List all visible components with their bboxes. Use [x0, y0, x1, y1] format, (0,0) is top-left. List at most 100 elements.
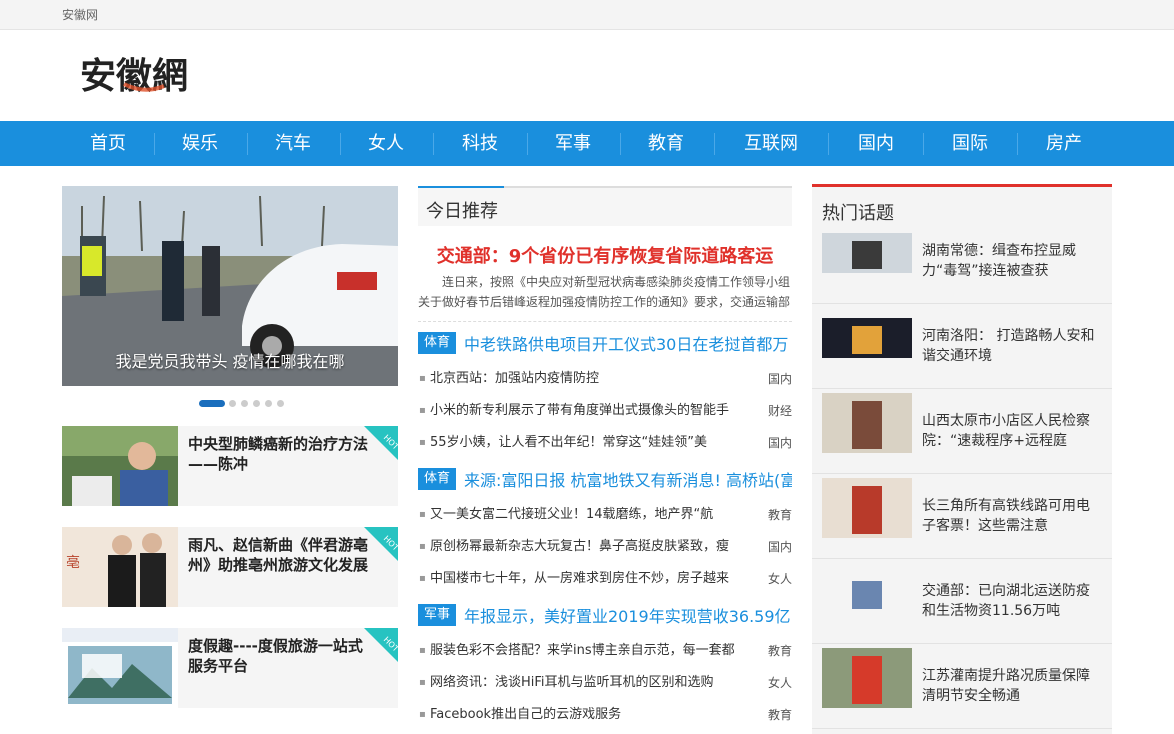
- news-item-category[interactable]: 教育: [768, 641, 792, 661]
- hot-topic-title[interactable]: 长三角所有高铁线路可用电子客票！这些需注意: [922, 496, 1100, 536]
- hot-topic-item[interactable]: 交通部：已向湖北运送防疫和生活物资11.56万吨: [812, 559, 1112, 644]
- category-tag[interactable]: 体育: [418, 468, 456, 490]
- hot-badge-icon: HOT: [364, 628, 398, 662]
- image-slider[interactable]: 我是党员我带头 疫情在哪我在哪: [62, 186, 398, 386]
- headline-link[interactable]: 交通部：9个省份已有序恢复省际道路客运: [418, 242, 792, 268]
- bullet-icon: ▪: [419, 437, 426, 448]
- featured-news[interactable]: 军事 年报显示，美好置业2019年实现营收36.59亿: [418, 603, 792, 627]
- featured-news[interactable]: 体育 来源:富阳日报 杭富地铁又有新消息! 高桥站(富: [418, 467, 792, 491]
- slider-dot[interactable]: [253, 400, 260, 407]
- news-item-category[interactable]: 女人: [768, 569, 792, 589]
- nav-item[interactable]: 科技: [462, 121, 498, 166]
- hot-topic-title[interactable]: 湖南常德：缉查布控显威力“毒驾”接连被查获: [922, 241, 1100, 281]
- news-item[interactable]: ▪ 原创杨幂最新杂志大玩复古！鼻子高挺皮肤紧致，瘦 国内: [418, 537, 792, 559]
- nav-item[interactable]: 汽车: [275, 121, 311, 166]
- news-item-category[interactable]: 财经: [768, 401, 792, 421]
- feature-card[interactable]: 度假趣----度假旅游一站式服务平台 HOT: [62, 628, 398, 708]
- news-item-title[interactable]: 又一美女富二代接班父业！14载磨练，地产界“航: [430, 505, 760, 525]
- bullet-icon: ▪: [419, 677, 426, 688]
- news-item-category[interactable]: 教育: [768, 505, 792, 525]
- news-item-category[interactable]: 国内: [768, 369, 792, 389]
- nav-item[interactable]: 娱乐: [182, 121, 218, 166]
- slider-dot[interactable]: [241, 400, 248, 407]
- featured-news-title[interactable]: 年报显示，美好置业2019年实现营收36.59亿: [464, 603, 791, 627]
- hot-topic-thumbnail: [822, 393, 912, 453]
- hot-topic-item[interactable]: 长三角所有高铁线路可用电子客票！这些需注意: [812, 474, 1112, 559]
- hot-topic-thumbnail: [822, 478, 912, 538]
- hot-topic-item[interactable]: 河南洛阳： 打造路畅人安和谐交通环境: [812, 304, 1112, 389]
- nav-separator: [246, 133, 248, 155]
- feature-card[interactable]: 中央型肺鳞癌新的治疗方法——陈冲 HOT: [62, 426, 398, 506]
- nav-item[interactable]: 军事: [555, 121, 591, 166]
- category-tag[interactable]: 体育: [418, 332, 456, 354]
- nav-item[interactable]: 首页: [90, 121, 126, 166]
- news-item-category[interactable]: 女人: [768, 673, 792, 693]
- nav-item[interactable]: 房产: [1046, 121, 1082, 166]
- slider-dot[interactable]: [265, 400, 272, 407]
- hot-topic-title[interactable]: 山西太原市小店区人民检察院：“速裁程序+远程庭: [922, 411, 1100, 451]
- card-title[interactable]: 度假趣----度假旅游一站式服务平台: [188, 636, 374, 676]
- card-title[interactable]: 中央型肺鳞癌新的治疗方法——陈冲: [188, 434, 374, 474]
- nav-item[interactable]: 互联网: [744, 121, 798, 166]
- site-name[interactable]: 安徽网: [62, 6, 98, 23]
- divider: [418, 321, 792, 322]
- news-item[interactable]: ▪ 中国楼市七十年，从一房难求到房住不炒，房子越来 女人: [418, 569, 792, 591]
- nav-item[interactable]: 女人: [368, 121, 404, 166]
- slider-dot[interactable]: [277, 400, 284, 407]
- news-item[interactable]: ▪ 服装色彩不会搭配？来学ins博主亲自示范，每一套都 教育: [418, 641, 792, 663]
- nav-separator: [619, 133, 621, 155]
- news-item-category[interactable]: 国内: [768, 537, 792, 557]
- hot-topic-item[interactable]: 江苏灌南提升路况质量保障清明节安全畅通: [812, 644, 1112, 729]
- recommend-header: 今日推荐: [418, 186, 792, 226]
- nav-item[interactable]: 教育: [648, 121, 684, 166]
- hot-topic-thumbnail: [822, 233, 912, 273]
- nav-item[interactable]: 国内: [858, 121, 894, 166]
- news-item-title[interactable]: 服装色彩不会搭配？来学ins博主亲自示范，每一套都: [430, 641, 760, 661]
- headline-summary: 连日来，按照《中央应对新型冠状病毒感染肺炎疫情工作领导小组关于做好春节后错峰返程…: [418, 275, 791, 309]
- bullet-icon: ▪: [419, 373, 426, 384]
- category-tag[interactable]: 军事: [418, 604, 456, 626]
- news-item[interactable]: ▪ 网络资讯：浅谈HiFi耳机与监听耳机的区别和选购 女人: [418, 673, 792, 695]
- card-thumbnail: [62, 426, 178, 506]
- bullet-icon: ▪: [419, 509, 426, 520]
- news-item[interactable]: ▪ 又一美女富二代接班父业！14载磨练，地产界“航 教育: [418, 505, 792, 527]
- featured-news-title[interactable]: 来源:富阳日报 杭富地铁又有新消息! 高桥站(富: [464, 467, 792, 491]
- featured-news[interactable]: 体育 中老铁路供电项目开工仪式30日在老挝首都万: [418, 331, 792, 355]
- hot-topic-title[interactable]: 交通部：已向湖北运送防疫和生活物资11.56万吨: [922, 581, 1100, 621]
- featured-news-title[interactable]: 中老铁路供电项目开工仪式30日在老挝首都万: [464, 331, 788, 355]
- news-item-title[interactable]: 北京西站：加强站内疫情防控: [430, 369, 760, 389]
- nav-separator: [433, 133, 434, 155]
- hot-topic-thumbnail: [822, 648, 912, 708]
- news-item-title[interactable]: 55岁小姨，让人看不出年纪！常穿这“娃娃领”美: [430, 433, 760, 453]
- hot-topic-title[interactable]: 河南洛阳： 打造路畅人安和谐交通环境: [922, 326, 1100, 366]
- card-title[interactable]: 雨凡、赵信新曲《伴君游亳州》助推亳州旅游文化发展: [188, 535, 374, 575]
- news-item-title[interactable]: 网络资讯：浅谈HiFi耳机与监听耳机的区别和选购: [430, 673, 760, 693]
- news-item[interactable]: ▪ 小米的新专利展示了带有角度弹出式摄像头的智能手 财经: [418, 401, 792, 423]
- hot-badge-icon: HOT: [364, 426, 398, 460]
- news-item[interactable]: ▪ Facebook推出自己的云游戏服务 教育: [418, 705, 792, 727]
- feature-card[interactable]: 亳 雨凡、赵信新曲《伴君游亳州》助推亳州旅游文化发展 HOT: [62, 527, 398, 607]
- news-item-title[interactable]: 小米的新专利展示了带有角度弹出式摄像头的智能手: [430, 401, 760, 421]
- slider-dot[interactable]: [199, 400, 225, 407]
- hot-topic-item[interactable]: 山西太原市小店区人民检察院：“速裁程序+远程庭: [812, 389, 1112, 474]
- bullet-icon: ▪: [419, 541, 426, 552]
- slider-caption[interactable]: 我是党员我带头 疫情在哪我在哪: [62, 348, 398, 372]
- bullet-icon: ▪: [419, 405, 426, 416]
- card-thumbnail: 亳: [62, 527, 178, 607]
- top-bar: 安徽网: [0, 0, 1174, 30]
- news-item-title[interactable]: Facebook推出自己的云游戏服务: [430, 705, 760, 725]
- recommend-title: 今日推荐: [426, 201, 498, 222]
- news-item-title[interactable]: 中国楼市七十年，从一房难求到房住不炒，房子越来: [430, 569, 760, 589]
- news-item-title[interactable]: 原创杨幂最新杂志大玩复古！鼻子高挺皮肤紧致，瘦: [430, 537, 760, 557]
- slider-dot[interactable]: [229, 400, 236, 407]
- logo-graphic: 安徽網: [80, 55, 188, 97]
- hot-topic-item[interactable]: 湖南常德：缉查布控显威力“毒驾”接连被查获: [812, 219, 1112, 304]
- news-item[interactable]: ▪ 55岁小姨，让人看不出年纪！常穿这“娃娃领”美 国内: [418, 433, 792, 455]
- news-item-category[interactable]: 教育: [768, 705, 792, 725]
- nav-item[interactable]: 国际: [952, 121, 988, 166]
- news-item-category[interactable]: 国内: [768, 433, 792, 453]
- news-item[interactable]: ▪ 北京西站：加强站内疫情防控 国内: [418, 369, 792, 391]
- site-logo[interactable]: 安徽網: [80, 50, 220, 100]
- nav-separator: [923, 133, 924, 155]
- hot-topic-title[interactable]: 江苏灌南提升路况质量保障清明节安全畅通: [922, 666, 1100, 706]
